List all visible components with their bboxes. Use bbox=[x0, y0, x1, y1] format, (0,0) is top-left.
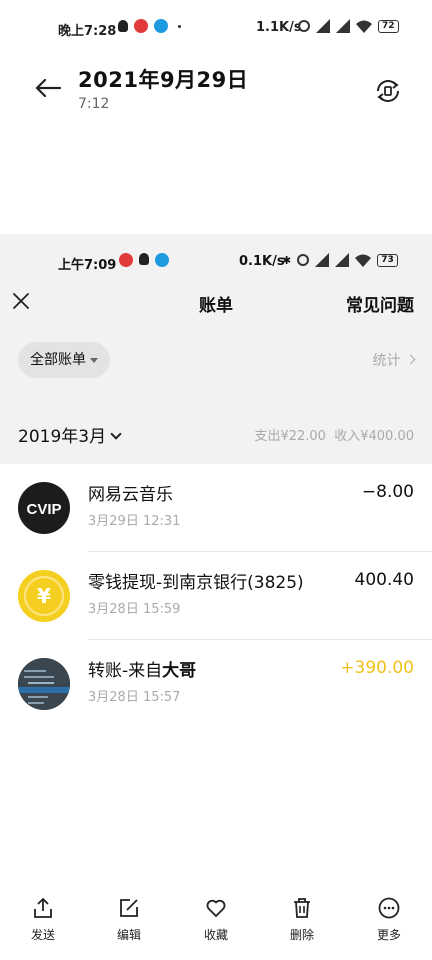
caret-down-icon bbox=[90, 357, 98, 363]
faq-link[interactable]: 常见问题 bbox=[346, 291, 414, 316]
inner-system-icons: ✱ 73 bbox=[282, 253, 398, 267]
battery-icon: 73 bbox=[377, 253, 398, 267]
qq-icon bbox=[118, 20, 128, 32]
transaction-row[interactable]: CVIP 网易云音乐 3月29日 12:31 −8.00 bbox=[0, 464, 432, 552]
send-button[interactable]: 发送 bbox=[13, 896, 73, 943]
status-time: 晚上7:28 bbox=[58, 24, 117, 39]
notification-icons bbox=[118, 19, 181, 33]
battery-icon: 72 bbox=[378, 19, 399, 33]
transaction-row[interactable]: 转账-来自大哥 3月28日 15:57 +390.00 bbox=[0, 640, 432, 728]
wifi-icon bbox=[355, 254, 372, 267]
inner-status-bar: 上午7:09 0.1K/s ✱ 73 bbox=[0, 234, 432, 280]
signal-icon bbox=[335, 253, 350, 267]
network-speed: 1.1K/s bbox=[256, 20, 302, 35]
dot-icon bbox=[178, 24, 181, 28]
screenshot-viewer: 晚上7:28 1.1K/s 72 2021年9月29日 7:12 上午7:09 … bbox=[0, 0, 432, 960]
wifi-icon bbox=[356, 20, 372, 33]
filter-bar: 全部账单 统计 bbox=[0, 324, 432, 402]
browser-icon bbox=[154, 19, 168, 33]
transaction-date: 3月29日 12:31 bbox=[88, 514, 181, 529]
alarm-icon bbox=[298, 20, 310, 32]
income-total: 收入¥400.00 bbox=[334, 429, 414, 444]
all-bills-label: 全部账单 bbox=[30, 352, 86, 368]
action-bar: 发送 编辑 收藏 删除 更多 bbox=[0, 896, 432, 960]
transaction-amount: 400.40 bbox=[354, 570, 414, 590]
transaction-amount: −8.00 bbox=[361, 482, 414, 502]
arrow-left-icon[interactable] bbox=[34, 78, 62, 98]
inner-status-time: 上午7:09 bbox=[58, 258, 117, 273]
month-label: 2019年3月 bbox=[18, 427, 107, 447]
edit-icon bbox=[120, 899, 138, 917]
browser-icon bbox=[155, 253, 169, 267]
transaction-name: 零钱提现-到南京银行(3825) bbox=[88, 573, 304, 593]
alarm-icon bbox=[297, 254, 310, 266]
viewer-title: 2021年9月29日 bbox=[78, 68, 249, 92]
rotate-icon[interactable] bbox=[372, 75, 404, 107]
status-bar: 晚上7:28 1.1K/s 72 bbox=[0, 14, 432, 42]
more-button[interactable]: 更多 bbox=[359, 896, 419, 943]
transaction-amount: +390.00 bbox=[340, 658, 414, 678]
viewer-header: 2021年9月29日 7:12 bbox=[0, 58, 432, 128]
stats-label: 统计 bbox=[372, 353, 401, 369]
stats-link[interactable]: 统计 bbox=[372, 350, 416, 370]
inner-notification-icons bbox=[119, 253, 169, 267]
cvip-logo: CVIP bbox=[18, 482, 70, 534]
chevron-right-icon bbox=[405, 354, 416, 365]
signal-icon bbox=[336, 19, 350, 33]
chevron-down-icon bbox=[110, 428, 122, 440]
viewer-subtitle: 7:12 bbox=[78, 96, 110, 112]
screenshot-image[interactable]: 上午7:09 0.1K/s ✱ 73 账单 常见问题 全部账单 统计 2019年… bbox=[0, 234, 432, 754]
transaction-name: 转账-来自大哥 bbox=[88, 661, 197, 681]
edit-button[interactable]: 编辑 bbox=[99, 896, 159, 943]
more-label: 更多 bbox=[376, 928, 401, 942]
netease-music-icon bbox=[134, 19, 148, 33]
delete-label: 删除 bbox=[289, 928, 314, 942]
month-header: 2019年3月 支出¥22.00 收入¥400.00 bbox=[0, 402, 432, 464]
transaction-date: 3月28日 15:57 bbox=[88, 690, 181, 705]
all-bills-dropdown[interactable]: 全部账单 bbox=[18, 342, 110, 378]
bill-nav-bar: 账单 常见问题 bbox=[0, 280, 432, 324]
expense-total: 支出¥22.00 bbox=[254, 429, 326, 444]
yen-coin-icon: ¥ bbox=[18, 570, 70, 622]
svg-text:CVIP: CVIP bbox=[26, 501, 61, 518]
send-label: 发送 bbox=[30, 928, 55, 942]
svg-text:¥: ¥ bbox=[37, 584, 51, 608]
user-avatar bbox=[18, 658, 70, 710]
transaction-row[interactable]: ¥ 零钱提现-到南京银行(3825) 3月28日 15:59 400.40 bbox=[0, 552, 432, 640]
month-selector[interactable]: 2019年3月 bbox=[18, 422, 122, 447]
bluetooth-icon: ✱ bbox=[282, 253, 292, 267]
qq-icon bbox=[139, 253, 149, 265]
more-icon bbox=[378, 897, 400, 919]
month-summary: 支出¥22.00 收入¥400.00 bbox=[254, 425, 414, 444]
favorite-label: 收藏 bbox=[203, 928, 228, 942]
transaction-date: 3月28日 15:59 bbox=[88, 602, 181, 617]
delete-button[interactable]: 删除 bbox=[272, 896, 332, 943]
transaction-name: 网易云音乐 bbox=[88, 485, 173, 505]
trash-icon bbox=[294, 898, 310, 918]
system-icons: 72 bbox=[298, 19, 399, 33]
inner-network-speed: 0.1K/s bbox=[239, 254, 285, 269]
signal-icon bbox=[316, 19, 330, 33]
edit-label: 编辑 bbox=[116, 928, 141, 942]
favorite-button[interactable]: 收藏 bbox=[186, 896, 246, 943]
netease-music-icon bbox=[119, 253, 133, 267]
heart-icon bbox=[206, 899, 226, 917]
signal-icon bbox=[315, 253, 330, 267]
share-icon bbox=[34, 898, 52, 918]
